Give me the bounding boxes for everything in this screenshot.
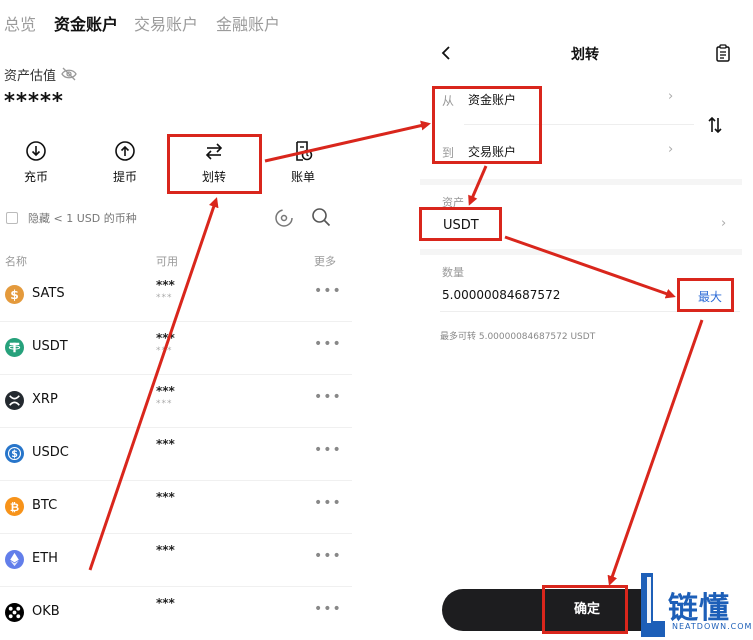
annotation-arrow <box>468 165 488 206</box>
screenshot-root: 总览 资金账户 交易账户 金融账户 资产估值 ***** 充币 提币 划转 账单… <box>0 0 753 640</box>
annotation-arrow <box>504 235 676 299</box>
annotation-arrow <box>607 319 704 586</box>
annotation-arrows <box>88 120 704 586</box>
annotation-arrow <box>88 197 219 571</box>
annotation-arrow <box>264 120 431 163</box>
